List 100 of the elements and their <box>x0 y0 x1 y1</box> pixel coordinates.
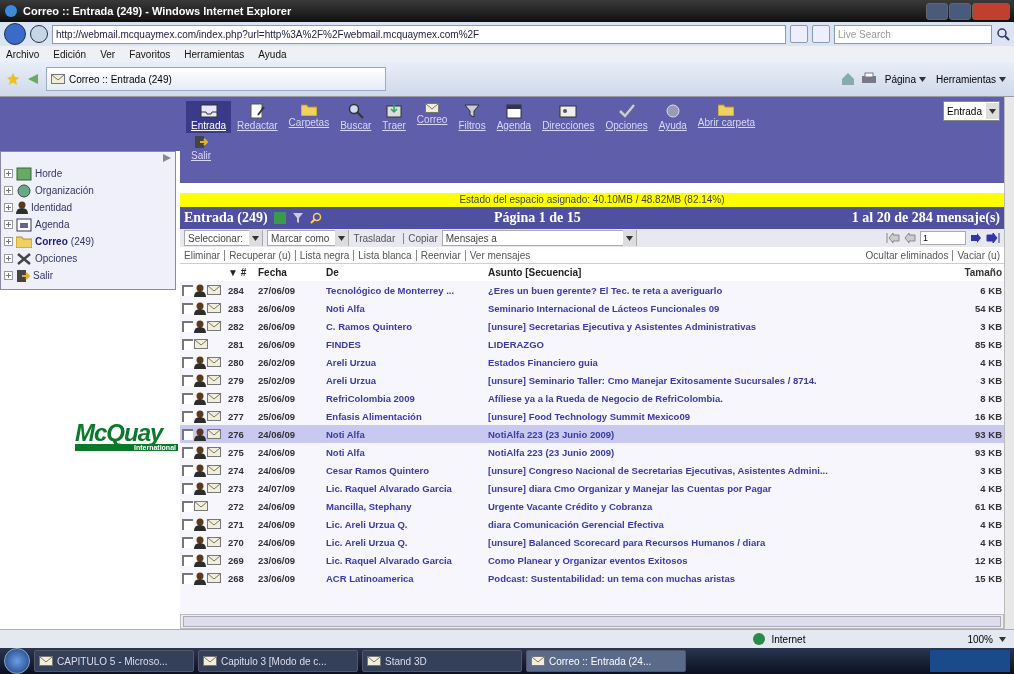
row-checkbox[interactable] <box>182 356 193 368</box>
move-link[interactable]: Copiar <box>403 232 438 244</box>
taskbar-button[interactable]: Stand 3D <box>362 650 522 672</box>
message-row[interactable]: 282 26/06/09 C. Ramos Quintero [unsure] Secretarias Ejecutiva y Asistentes Administrativas 3 KB <box>180 317 1004 335</box>
row-checkbox[interactable] <box>182 446 193 458</box>
message-row[interactable]: 276 24/06/09 Noti Alfa NotiAlfa 223 (23 Junio 2009) 93 KB <box>180 425 1004 443</box>
message-row[interactable]: 277 25/06/09 Enfasis Alimentación [unsure] Food Technology Summit Mexico09 16 KB <box>180 407 1004 425</box>
sidebar-item[interactable]: Identidad <box>4 200 172 215</box>
maximize-button[interactable] <box>949 2 971 20</box>
column-header[interactable]: Tamaño <box>952 267 1004 278</box>
toolbar-button[interactable]: Ayuda <box>653 101 692 133</box>
taskbar-button[interactable]: Capitulo 3 [Modo de c... <box>198 650 358 672</box>
sidebar-item[interactable]: Correo (249) <box>4 234 172 249</box>
page-number-field[interactable]: 1 <box>920 231 966 245</box>
back-button[interactable] <box>4 23 26 45</box>
message-row[interactable]: 278 25/06/09 RefriColombia 2009 Afíliese ya a la Rueda de Negocio de RefriColombia. 8 KB <box>180 389 1004 407</box>
target-folder-dropdown[interactable]: Mensajes a <box>441 230 637 246</box>
menu-item[interactable]: Edición <box>53 48 87 60</box>
search-icon[interactable] <box>996 27 1010 41</box>
toolbar-button[interactable]: Agenda <box>491 101 537 133</box>
menu-item[interactable]: Favoritos <box>129 48 171 60</box>
row-checkbox[interactable] <box>182 410 193 422</box>
move-link[interactable]: Trasladar <box>353 232 396 244</box>
expand-icon[interactable] <box>4 169 13 178</box>
row-checkbox[interactable] <box>182 554 193 566</box>
sidebar-item[interactable]: Opciones <box>4 251 172 266</box>
mark-dropdown[interactable]: Marcar como <box>267 230 350 246</box>
previous-page-icon[interactable] <box>904 233 916 243</box>
horizontal-scrollbar[interactable] <box>180 614 1004 629</box>
browser-tab[interactable]: Correo :: Entrada (249) <box>46 67 386 91</box>
expand-icon[interactable] <box>4 254 13 263</box>
action-link[interactable]: Eliminar <box>184 249 221 261</box>
row-checkbox[interactable] <box>182 536 193 548</box>
search-field[interactable]: Live Search <box>834 24 992 44</box>
command-button[interactable]: Herramientas <box>933 71 1008 87</box>
action-link[interactable]: Recuperar (u) <box>224 249 291 261</box>
message-row[interactable]: 280 26/02/09 Areli Urzua Estados Financiero guia 4 KB <box>180 353 1004 371</box>
command-button[interactable]: Página <box>882 71 928 87</box>
row-checkbox[interactable] <box>182 302 193 314</box>
sidebar-item[interactable]: Horde <box>4 166 172 181</box>
funnel-icon[interactable] <box>291 212 304 224</box>
vertical-scrollbar[interactable] <box>1004 97 1014 629</box>
row-checkbox[interactable] <box>182 428 193 440</box>
message-row[interactable]: 269 23/06/09 Lic. Raquel Alvarado Garcia Como Planear y Organizar eventos Exitosos 12 KB <box>180 551 1004 569</box>
menu-item[interactable]: Ver <box>100 48 116 60</box>
menu-item[interactable]: Archivo <box>6 48 40 60</box>
toolbar-button[interactable]: Filtros <box>453 101 491 133</box>
toolbar-button[interactable]: Redactar <box>232 101 283 133</box>
menu-item[interactable]: Herramientas <box>184 48 245 60</box>
search-icon[interactable] <box>309 212 322 224</box>
logout-button[interactable]: Salir <box>186 133 216 163</box>
row-checkbox[interactable] <box>182 284 193 296</box>
row-checkbox[interactable] <box>182 518 193 530</box>
toolbar-button[interactable]: Carpetas <box>283 101 335 130</box>
next-page-icon[interactable] <box>970 233 982 243</box>
row-checkbox[interactable] <box>182 500 193 512</box>
address-field[interactable]: http://webmail.mcquaymex.com/index.php?url=http%3A%2F%2Fwebmail.mcquaymex.com%2F <box>52 24 786 44</box>
row-checkbox[interactable] <box>182 392 193 404</box>
sidebar-item[interactable]: Organización <box>4 183 172 198</box>
toolbar-button[interactable]: Abrir carpeta <box>692 101 761 130</box>
expand-icon[interactable] <box>4 203 13 212</box>
expand-icon[interactable] <box>4 220 13 229</box>
expand-icon[interactable] <box>4 237 13 246</box>
star-icon[interactable] <box>6 72 20 86</box>
toolbar-button[interactable]: Buscar <box>335 101 377 133</box>
column-header[interactable]: Fecha <box>258 267 326 278</box>
taskbar-button[interactable]: CAPITULO 5 - Microso... <box>34 650 194 672</box>
expand-icon[interactable] <box>4 271 13 280</box>
menu-item[interactable]: Ayuda <box>258 48 287 60</box>
row-checkbox[interactable] <box>182 374 193 386</box>
zoom-level[interactable]: 100% <box>967 633 993 645</box>
action-link[interactable]: Vaciar (u) <box>952 249 1000 261</box>
row-checkbox[interactable] <box>182 482 193 494</box>
printer-icon[interactable] <box>860 72 877 86</box>
toolbar-button[interactable]: Entrada <box>186 101 232 133</box>
start-button[interactable] <box>4 648 30 674</box>
message-row[interactable]: 284 27/06/09 Tecnológico de Monterrey ... ¿Eres un buen gerente? El Tec. te reta a averiguarlo 6 KB <box>180 281 1004 299</box>
toolbar-button[interactable]: Traer <box>377 101 411 133</box>
message-row[interactable]: 273 24/07/09 Lic. Raquel Alvarado Garcia [unsure] diara Cmo Organizar y Manejar las Cuentas por Pagar 4 KB <box>180 479 1004 497</box>
minimize-button[interactable] <box>926 2 948 20</box>
action-link[interactable]: Reenviar <box>415 249 461 261</box>
message-row[interactable]: 271 24/06/09 Lic. Areli Urzua Q. diara Comunicación Gerencial Efectiva 4 KB <box>180 515 1004 533</box>
close-button[interactable] <box>972 2 1010 20</box>
row-checkbox[interactable] <box>182 320 193 332</box>
column-header[interactable]: ▼ # <box>228 267 258 278</box>
last-page-icon[interactable] <box>986 233 1000 243</box>
forward-button[interactable] <box>30 25 48 43</box>
message-row[interactable]: 274 24/06/09 Cesar Ramos Quintero [unsure] Congreso Nacional de Secretarias Ejecutivas, Asistentes Admini... 3 KB <box>180 461 1004 479</box>
taskbar-button[interactable]: Correo :: Entrada (24... <box>526 650 686 672</box>
action-link[interactable]: Ver mensajes <box>464 249 531 261</box>
action-link[interactable]: Lista negra <box>294 249 350 261</box>
sidebar-item[interactable]: Agenda <box>4 217 172 232</box>
select-dropdown[interactable]: Seleccionar: <box>184 230 264 246</box>
message-row[interactable]: 279 25/02/09 Areli Urzua [unsure] Seminario Taller: Cmo Manejar Exitosamente Sucursales / 8714. 3 KB <box>180 371 1004 389</box>
message-row[interactable]: 270 24/06/09 Lic. Areli Urzua Q. [unsure] Balanced Scorecard para Recursos Humanos / diara 4 KB <box>180 533 1004 551</box>
row-checkbox[interactable] <box>182 338 193 350</box>
column-header[interactable]: De <box>326 267 488 278</box>
action-link[interactable]: Lista blanca <box>353 249 412 261</box>
sidebar-item[interactable]: Salir <box>4 268 172 283</box>
message-row[interactable]: 275 24/06/09 Noti Alfa NotiAlfa 223 (23 Junio 2009) 93 KB <box>180 443 1004 461</box>
